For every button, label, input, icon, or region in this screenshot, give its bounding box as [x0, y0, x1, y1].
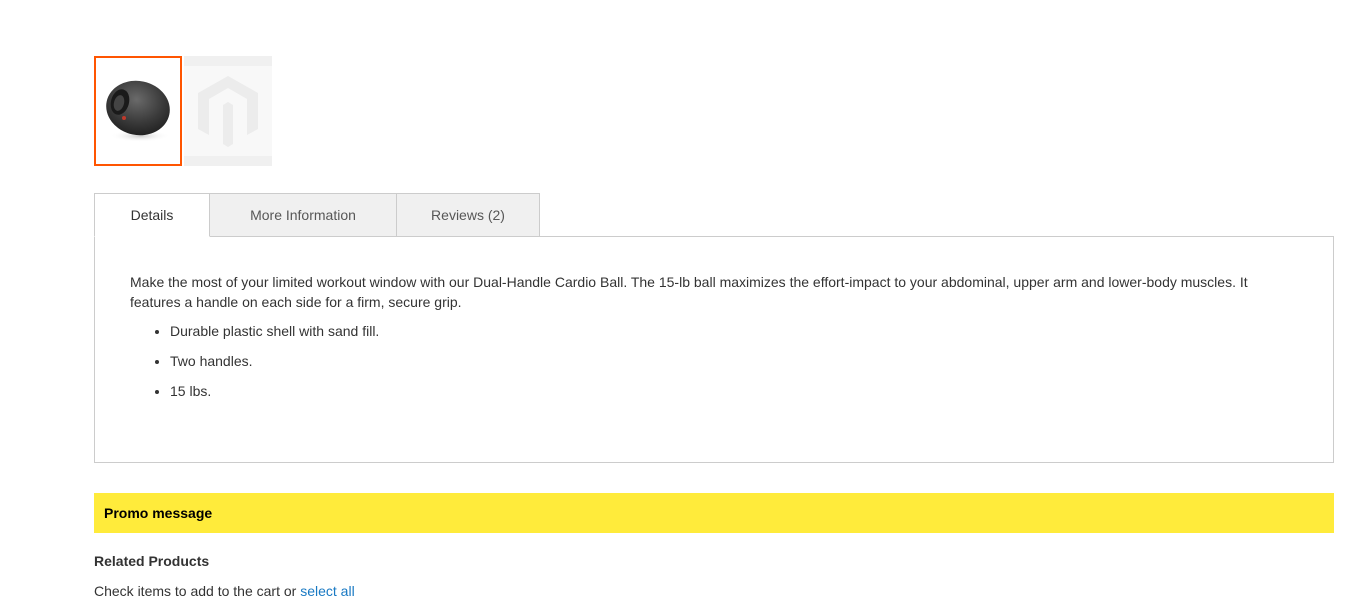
select-all-link[interactable]: select all: [300, 583, 354, 599]
tab-reviews[interactable]: Reviews (2): [397, 193, 540, 237]
feature-item: Durable plastic shell with sand fill.: [170, 321, 379, 341]
thumbnail-cardio-ball[interactable]: [94, 56, 182, 166]
cardio-ball-product-image: [106, 80, 170, 142]
feature-item: 15 lbs.: [170, 381, 379, 401]
tab-details[interactable]: Details: [94, 193, 210, 237]
gallery-thumbnails: [94, 56, 272, 166]
details-panel: Make the most of your limited workout wi…: [94, 236, 1334, 463]
related-products-title: Related Products: [94, 553, 210, 569]
magento-logo-placeholder-icon: [198, 76, 258, 147]
feature-list: Durable plastic shell with sand fill. Tw…: [130, 321, 379, 411]
promo-message: Promo message: [104, 505, 213, 521]
product-description: Make the most of your limited workout wi…: [130, 274, 1248, 310]
related-products-instruction: Check items to add to the cart or select…: [94, 583, 355, 599]
product-tabs: Details More Information Reviews (2): [94, 193, 540, 237]
related-instruction-text: Check items to add to the cart or: [94, 583, 297, 599]
thumbnail-placeholder[interactable]: [184, 56, 272, 166]
tab-more-information[interactable]: More Information: [210, 193, 397, 237]
product-page: Details More Information Reviews (2) Mak…: [0, 0, 1361, 606]
promo-banner: Promo message: [94, 493, 1334, 533]
feature-item: Two handles.: [170, 351, 379, 371]
